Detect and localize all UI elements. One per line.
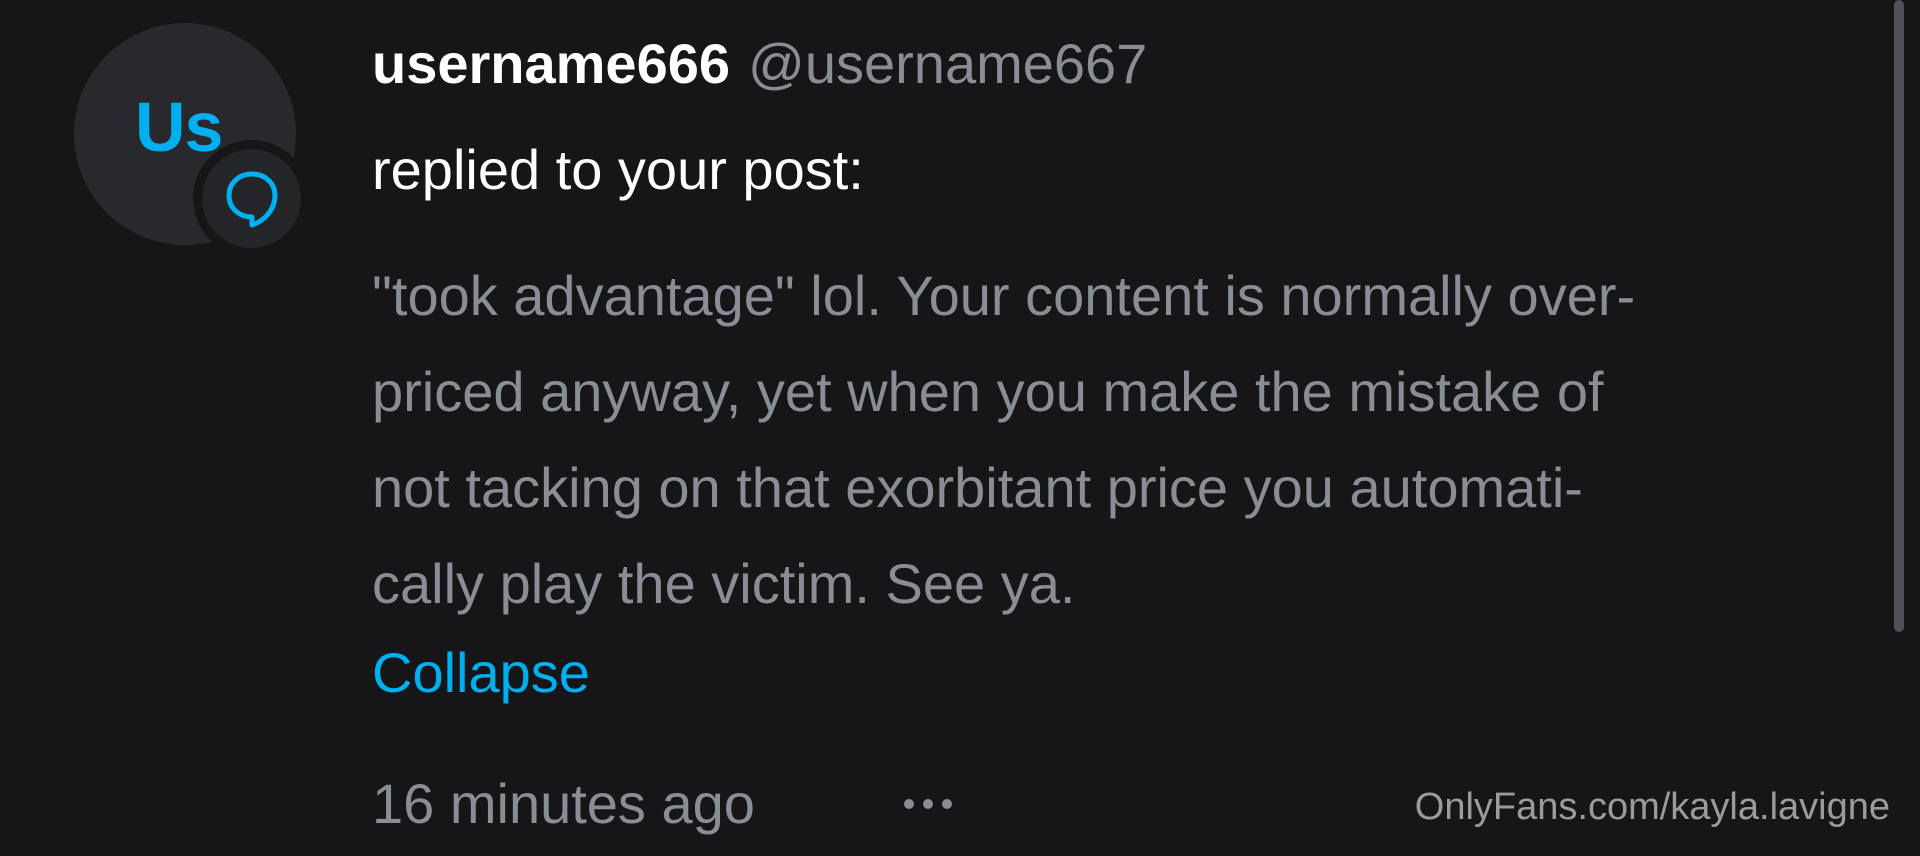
comment-bubble-icon (226, 171, 278, 228)
more-options-icon[interactable] (900, 788, 956, 820)
reply-message: "took advantage" lol. Your content is no… (372, 264, 1636, 615)
username-link[interactable]: username666 (372, 32, 730, 95)
reply-badge (193, 140, 310, 257)
notification-screen: Us username666 @username667 replied to yo… (0, 0, 1920, 856)
notification-header: username666 @username667 (372, 28, 1147, 100)
more-dot (904, 799, 914, 809)
more-dot (923, 799, 933, 809)
collapse-button[interactable]: Collapse (372, 637, 590, 709)
action-text: replied to your post: (372, 138, 864, 201)
avatar-initials: Us (135, 88, 223, 166)
watermark: OnlyFans.com/kayla.lavigne (1414, 786, 1890, 828)
timestamp: 16 minutes ago (372, 772, 755, 835)
scrollbar[interactable] (1894, 0, 1904, 632)
user-handle[interactable]: @username667 (748, 32, 1147, 95)
badge-background (202, 149, 301, 248)
more-dot (942, 799, 952, 809)
